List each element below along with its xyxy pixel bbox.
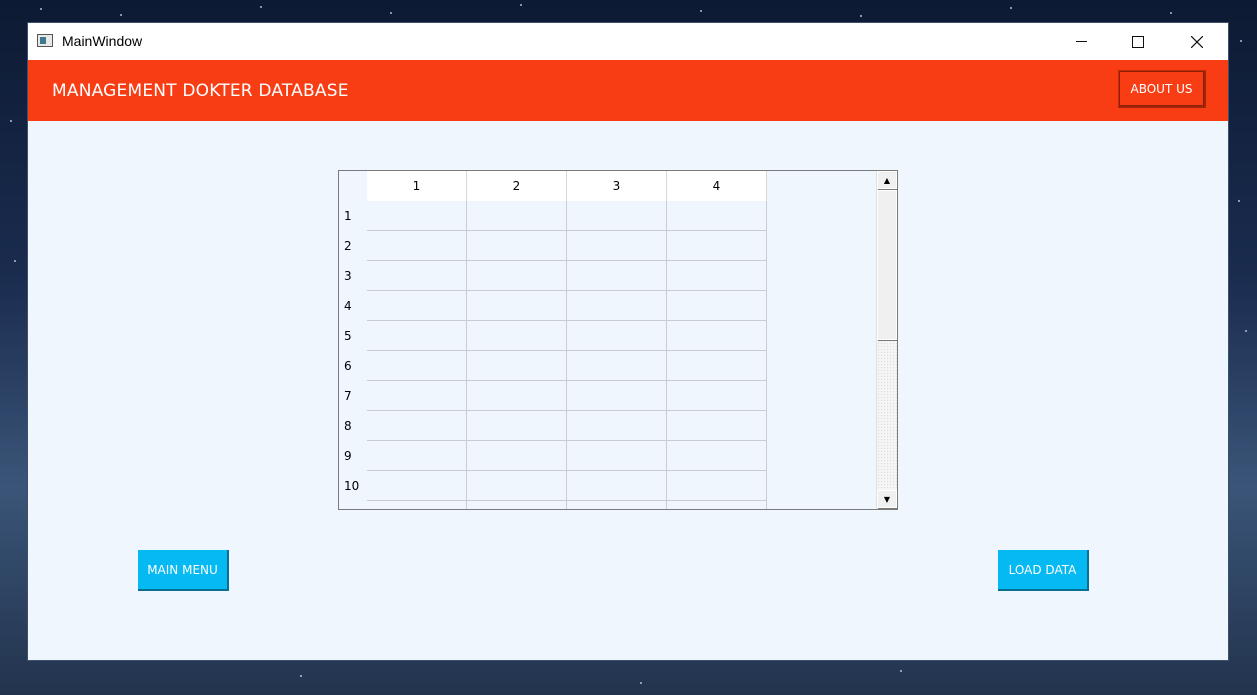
row-header[interactable]: 5 bbox=[339, 321, 367, 351]
table-cell[interactable] bbox=[667, 471, 767, 501]
scroll-up-button[interactable]: ▲ bbox=[877, 171, 897, 189]
table-cell[interactable] bbox=[467, 231, 567, 261]
table-cell[interactable] bbox=[367, 261, 467, 291]
row-header[interactable]: 4 bbox=[339, 291, 367, 321]
minimize-button[interactable] bbox=[1052, 23, 1110, 60]
table-cell[interactable] bbox=[567, 291, 667, 321]
table-cell[interactable] bbox=[367, 441, 467, 471]
maximize-button[interactable] bbox=[1109, 23, 1167, 60]
scroll-thumb[interactable] bbox=[877, 190, 897, 340]
column-header[interactable]: 2 bbox=[467, 171, 567, 201]
title-bar[interactable]: MainWindow bbox=[28, 23, 1228, 60]
table-cell[interactable] bbox=[667, 261, 767, 291]
table-cell[interactable] bbox=[467, 471, 567, 501]
table-corner bbox=[339, 171, 367, 201]
row-header[interactable]: 10 bbox=[339, 471, 367, 501]
table-cell[interactable] bbox=[667, 381, 767, 411]
about-us-button[interactable]: ABOUT US bbox=[1118, 70, 1206, 108]
table-cell[interactable] bbox=[567, 471, 667, 501]
row-header[interactable]: 8 bbox=[339, 411, 367, 441]
table-cell[interactable] bbox=[367, 351, 467, 381]
table-cell[interactable] bbox=[667, 351, 767, 381]
table-cell[interactable] bbox=[567, 381, 667, 411]
row-header[interactable]: 3 bbox=[339, 261, 367, 291]
minimize-icon bbox=[1075, 41, 1087, 42]
table-cell[interactable] bbox=[367, 291, 467, 321]
table-cell[interactable] bbox=[467, 201, 567, 231]
table-cell[interactable] bbox=[667, 441, 767, 471]
table-cell[interactable] bbox=[667, 291, 767, 321]
row-header[interactable]: 1 bbox=[339, 201, 367, 231]
main-window: MainWindow MANAGEMENT DOKTER DATABASE AB… bbox=[28, 23, 1228, 660]
row-header[interactable]: 6 bbox=[339, 351, 367, 381]
table-cell[interactable] bbox=[667, 501, 767, 509]
table-cell[interactable] bbox=[567, 201, 667, 231]
table-cell[interactable] bbox=[367, 321, 467, 351]
data-table[interactable]: ▲ ▼ 1 2 3 4 1 2 3 4 5 6 7 8 9 10 bbox=[338, 170, 898, 510]
table-cell[interactable] bbox=[467, 261, 567, 291]
table-cell[interactable] bbox=[367, 381, 467, 411]
arrow-down-icon: ▼ bbox=[883, 494, 891, 504]
table-cell[interactable] bbox=[367, 201, 467, 231]
table-cell[interactable] bbox=[567, 411, 667, 441]
table-cell[interactable] bbox=[567, 351, 667, 381]
load-data-button[interactable]: LOAD DATA bbox=[998, 550, 1089, 591]
app-window-icon bbox=[37, 34, 53, 47]
table-cell[interactable] bbox=[667, 411, 767, 441]
table-cell[interactable] bbox=[467, 501, 567, 509]
table-cell[interactable] bbox=[567, 321, 667, 351]
vertical-scrollbar[interactable]: ▲ ▼ bbox=[876, 171, 897, 509]
table-cell[interactable] bbox=[667, 201, 767, 231]
table-cell[interactable] bbox=[667, 231, 767, 261]
window-title: MainWindow bbox=[62, 33, 143, 49]
close-icon bbox=[1191, 35, 1203, 48]
arrow-up-icon: ▲ bbox=[883, 175, 891, 185]
close-button[interactable] bbox=[1168, 23, 1226, 60]
table-cell[interactable] bbox=[467, 291, 567, 321]
scroll-down-button[interactable]: ▼ bbox=[877, 490, 897, 508]
table-cell[interactable] bbox=[467, 411, 567, 441]
column-header[interactable]: 4 bbox=[667, 171, 767, 201]
table-cell[interactable] bbox=[567, 501, 667, 509]
page-title: MANAGEMENT DOKTER DATABASE bbox=[52, 81, 349, 101]
table-cell[interactable] bbox=[567, 261, 667, 291]
table-cell[interactable] bbox=[367, 471, 467, 501]
row-header[interactable]: 9 bbox=[339, 441, 367, 471]
column-header[interactable]: 1 bbox=[367, 171, 467, 201]
table-cell[interactable] bbox=[367, 231, 467, 261]
table-cell[interactable] bbox=[567, 231, 667, 261]
table-cell[interactable] bbox=[367, 501, 467, 509]
table-cell[interactable] bbox=[467, 351, 567, 381]
table-cell[interactable] bbox=[667, 321, 767, 351]
column-header[interactable]: 3 bbox=[567, 171, 667, 201]
table-cell[interactable] bbox=[567, 441, 667, 471]
row-header[interactable]: 2 bbox=[339, 231, 367, 261]
row-header[interactable]: 7 bbox=[339, 381, 367, 411]
table-cell[interactable] bbox=[467, 441, 567, 471]
maximize-icon bbox=[1132, 35, 1144, 48]
header-bar: MANAGEMENT DOKTER DATABASE ABOUT US bbox=[28, 60, 1228, 121]
main-menu-button[interactable]: MAIN MENU bbox=[138, 550, 229, 591]
table-cell[interactable] bbox=[367, 411, 467, 441]
table-cell[interactable] bbox=[467, 321, 567, 351]
table-cell[interactable] bbox=[467, 381, 567, 411]
